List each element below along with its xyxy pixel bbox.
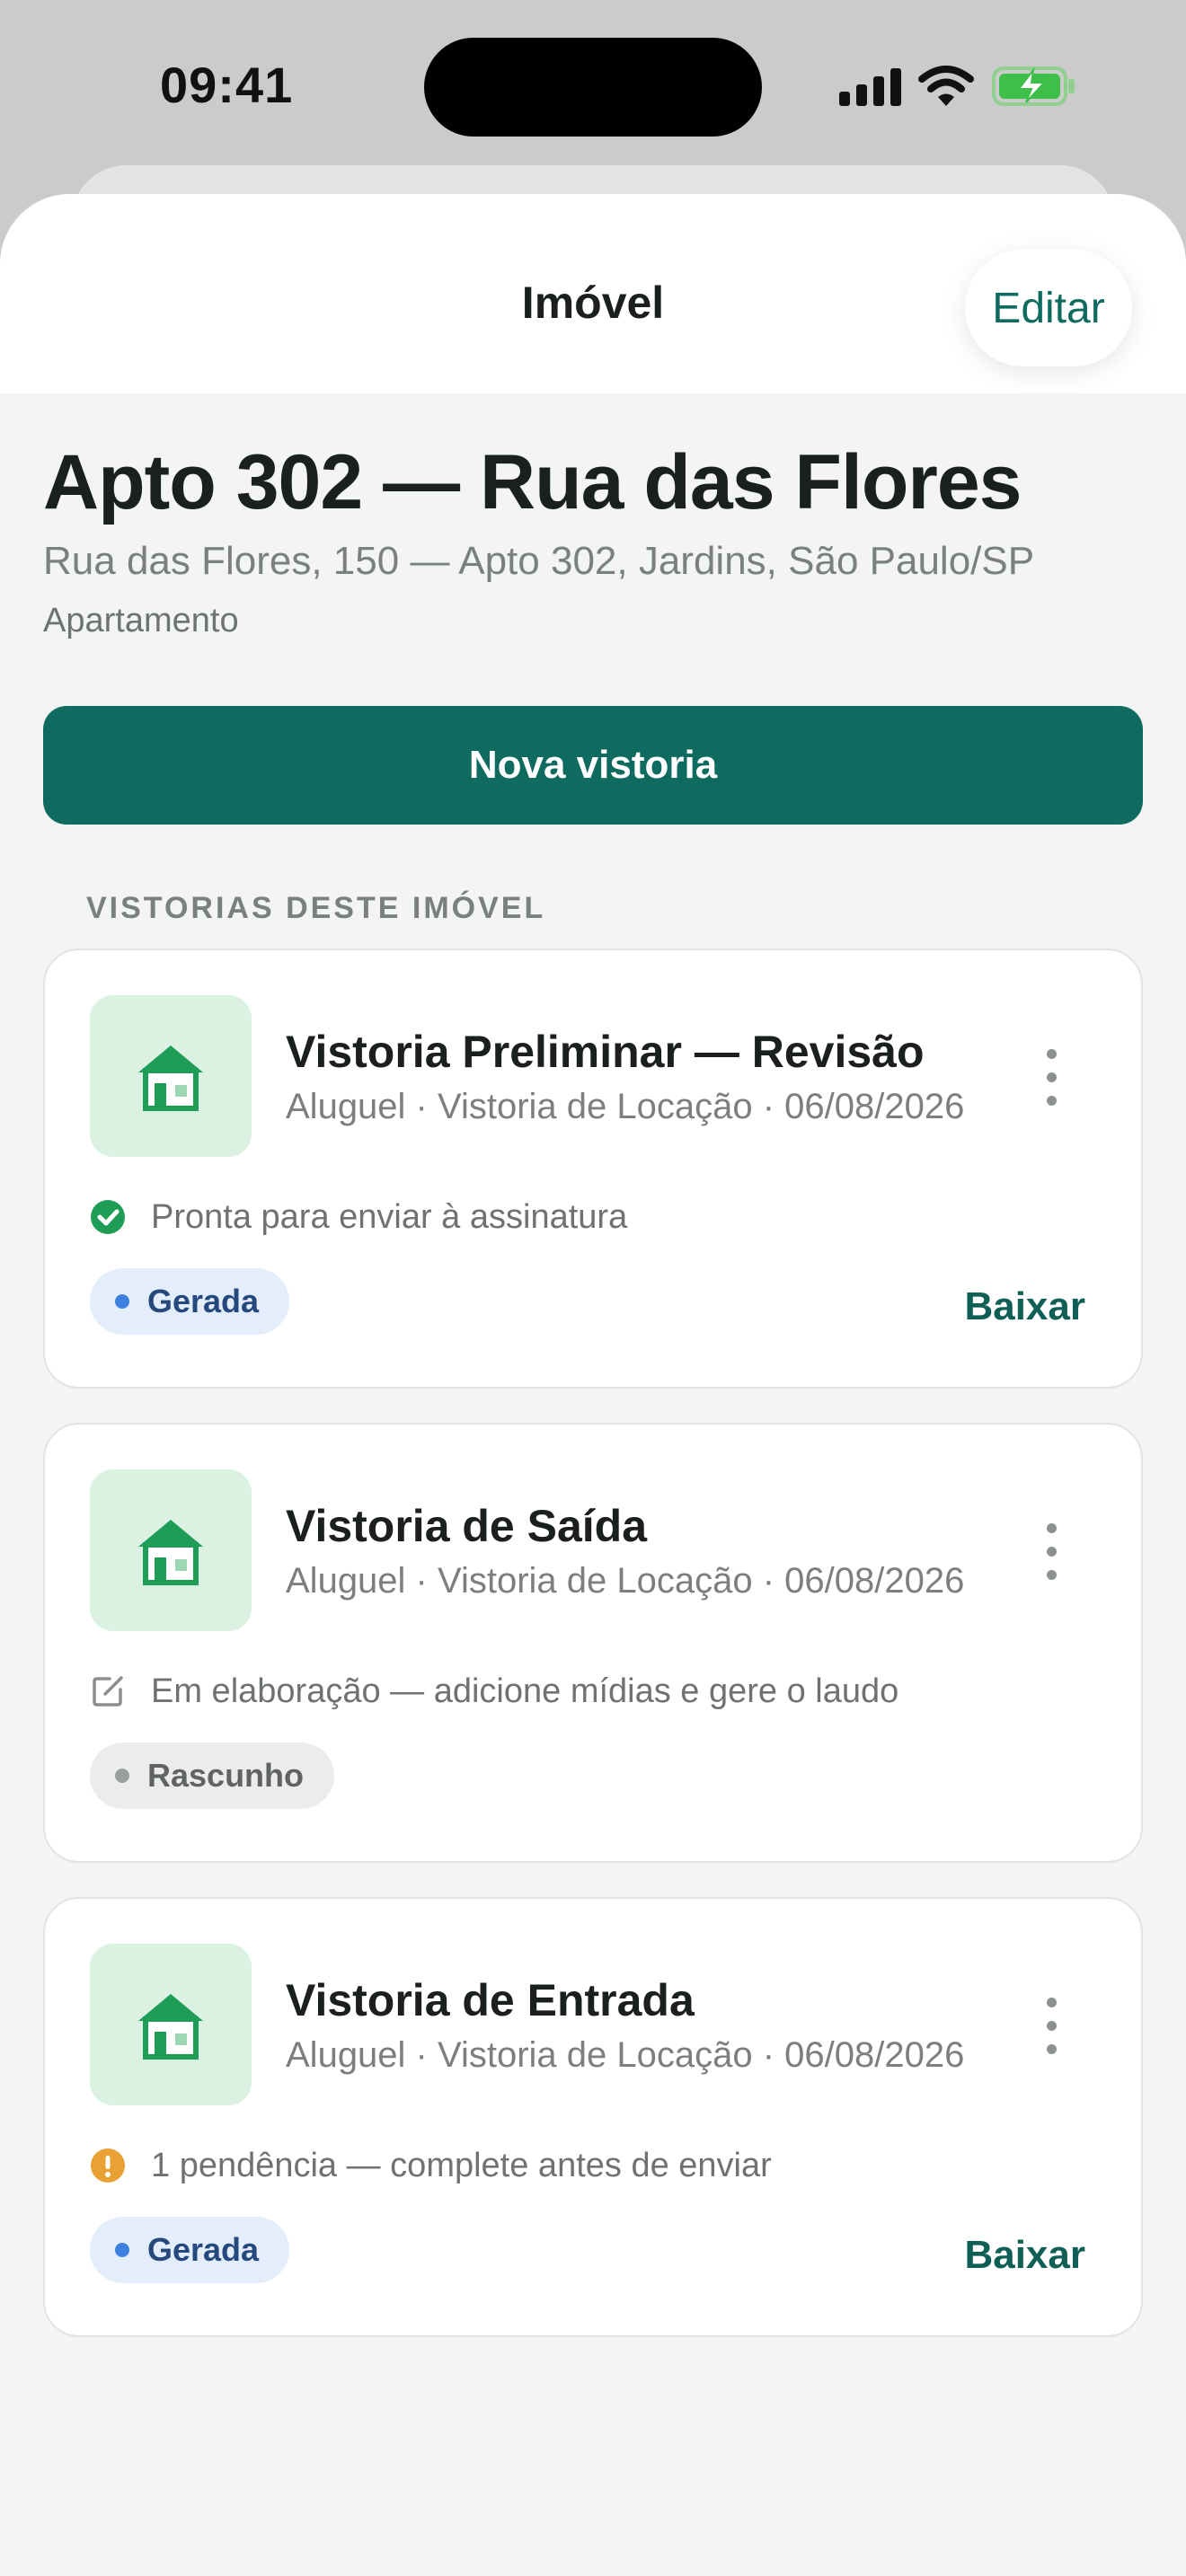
badge-label: Rascunho (147, 1757, 305, 1794)
inspection-title: Vistoria de Entrada (286, 1975, 695, 2025)
house-icon (138, 1045, 203, 1111)
status-bar: 09:41 (0, 0, 1186, 171)
status-text: Pronta para enviar à assinatura (151, 1197, 628, 1236)
badge-label: Gerada (147, 1283, 260, 1319)
inspection-card[interactable]: Vistoria de Entrada Aluguel · Vistoria d… (43, 1897, 1143, 2337)
status-text: Em elaboração — adicione mídias e gere o… (151, 1672, 899, 1710)
cellular-signal-icon (839, 68, 902, 106)
status-text: 1 pendência — complete antes de enviar (151, 2146, 772, 2184)
download-button[interactable]: Baixar (964, 1284, 1085, 1329)
house-icon (138, 1994, 203, 2060)
inspection-title: Vistoria Preliminar — Revisão (286, 1027, 925, 1077)
inspection-status: Em elaboração — adicione mídias e gere o… (90, 1669, 898, 1714)
badge-label: Gerada (147, 2231, 260, 2268)
status-badge: Rascunho (90, 1742, 335, 1809)
more-options-icon[interactable] (1042, 1523, 1060, 1581)
inspection-status: 1 pendência — complete antes de enviar (90, 2143, 772, 2188)
inspection-thumbnail (90, 1944, 252, 2105)
inspection-status: Pronta para enviar à assinatura (90, 1195, 627, 1239)
more-options-icon[interactable] (1042, 1998, 1060, 2055)
house-icon (138, 1520, 203, 1585)
new-inspection-button[interactable]: Nova vistoria (43, 706, 1143, 825)
badge-dot (115, 1769, 129, 1783)
inspection-meta: Aluguel · Vistoria de Locação · 06/08/20… (286, 2035, 965, 2075)
status-time: 09:41 (160, 57, 294, 113)
inspection-title: Vistoria de Saída (286, 1501, 648, 1551)
dynamic-island (424, 38, 762, 137)
warning-circle-icon (91, 2148, 125, 2183)
battery-charging-icon (992, 66, 1075, 106)
download-button[interactable]: Baixar (964, 2233, 1085, 2278)
property-title: Apto 302 — Rua das Flores (43, 439, 1022, 525)
edit-icon (93, 1676, 123, 1707)
property-address: Rua das Flores, 150 — Apto 302, Jardins,… (43, 539, 1035, 583)
status-badge: Gerada (90, 1268, 290, 1335)
navigation-bar: Imóvel Editar (0, 194, 1186, 393)
inspection-meta: Aluguel · Vistoria de Locação · 06/08/20… (286, 1561, 965, 1601)
check-circle-icon (91, 1200, 125, 1234)
inspection-thumbnail (90, 995, 252, 1157)
badge-dot (115, 1294, 129, 1309)
wifi-icon (918, 66, 974, 106)
section-title: VISTORIAS DESTE IMÓVEL (86, 891, 546, 925)
property-type: Apartamento (43, 602, 239, 640)
badge-dot (115, 2243, 129, 2257)
more-options-icon[interactable] (1042, 1049, 1060, 1107)
inspection-card[interactable]: Vistoria de Saída Aluguel · Vistoria de … (43, 1423, 1143, 1863)
property-sheet: Imóvel Editar Apto 302 — Rua das Flores … (0, 194, 1186, 2576)
inspection-meta: Aluguel · Vistoria de Locação · 06/08/20… (286, 1087, 965, 1126)
status-badge: Gerada (90, 2217, 290, 2283)
inspection-thumbnail (90, 1469, 252, 1631)
edit-button[interactable]: Editar (965, 250, 1132, 366)
inspection-card[interactable]: Vistoria Preliminar — Revisão Aluguel · … (43, 948, 1143, 1389)
